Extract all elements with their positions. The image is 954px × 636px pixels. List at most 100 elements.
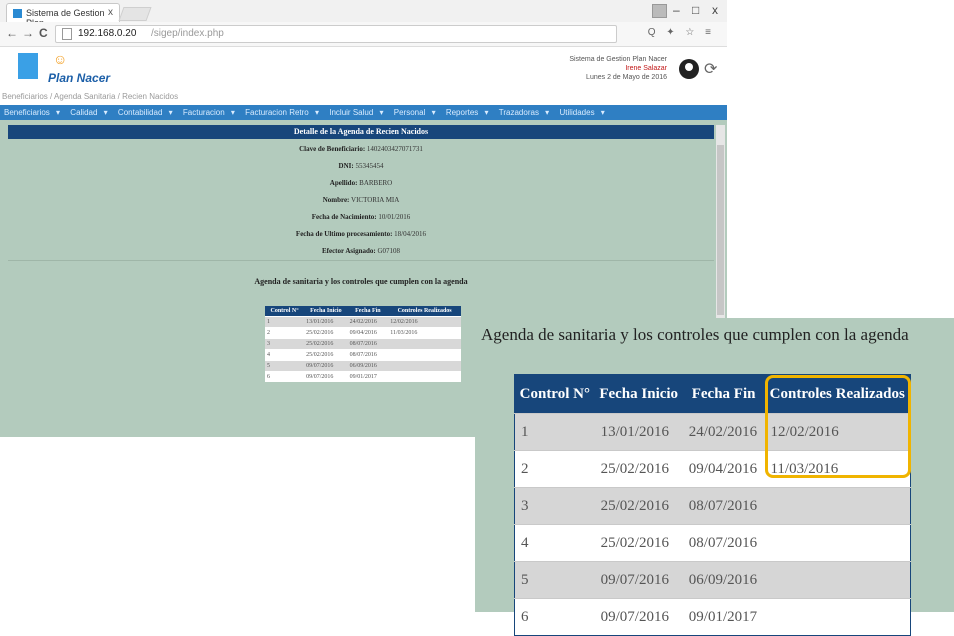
table-cell: 6 (514, 598, 595, 636)
menu-item-incluir-salud[interactable]: Incluir Salud ▾ (327, 108, 383, 117)
table-cell: 6 (265, 371, 305, 382)
controles-realizados-highlight (765, 375, 911, 478)
menu-item-calidad[interactable]: Calidad ▾ (68, 108, 107, 117)
url-input[interactable]: 192.168.0.20 /sigep/index.php (55, 25, 617, 43)
table-cell (764, 524, 911, 562)
table-cell: 2 (514, 450, 595, 488)
table-cell: 11/03/2016 (388, 327, 461, 339)
table-cell: 09/07/2016 (594, 598, 683, 636)
table-cell: 25/02/2016 (594, 524, 683, 562)
table-cell: 09/01/2017 (347, 371, 389, 382)
table-cell: 3 (514, 487, 595, 525)
child-logo-icon: ☺ (53, 51, 68, 67)
table-cell: 08/07/2016 (682, 524, 765, 562)
forward-button[interactable]: → (22, 26, 34, 40)
menu-item-beneficiarios[interactable]: Beneficiarios ▾ (2, 108, 60, 117)
detail-title: Detalle de la Agenda de Recien Nacidos (8, 125, 714, 139)
zoom-agenda-title: Agenda de sanitaria y los controles que … (481, 325, 909, 344)
table-cell: 09/04/2016 (347, 327, 389, 339)
table-cell: 09/01/2017 (682, 598, 765, 636)
user-info: Sistema de Gestion Plan Nacer Irene Sala… (569, 55, 667, 82)
table-row: 6 09/07/2016 09/01/2017 (265, 371, 461, 382)
table-row: 3 25/02/2016 08/07/2016 (265, 338, 461, 350)
column-header: Control N° (514, 374, 595, 414)
menu-item-utilidades[interactable]: Utilidades ▾ (557, 108, 604, 117)
table-cell: 25/02/2016 (304, 349, 348, 361)
table-cell: 09/04/2016 (682, 450, 765, 488)
divider (8, 260, 714, 261)
agenda-title: Agenda de sanitaria y los controles que … (254, 277, 468, 286)
table-cell: 08/07/2016 (347, 349, 389, 361)
table-cell: 24/02/2016 (682, 413, 765, 451)
table-cell: 08/07/2016 (347, 338, 389, 350)
favicon-icon (13, 9, 22, 18)
field-apellido: Apellido: BARBERO (329, 179, 393, 187)
tab-close-icon[interactable]: x (108, 7, 113, 18)
table-row: 1 13/01/2016 24/02/2016 12/02/2016 (265, 316, 461, 328)
table-cell (764, 561, 911, 599)
column-header: Control N° (265, 306, 305, 317)
table-cell: 09/07/2016 (304, 360, 348, 372)
table-row: 3 25/02/2016 08/07/2016 (514, 487, 911, 525)
minimize-button[interactable]: – (673, 3, 680, 17)
column-header: Fecha Fin (347, 306, 389, 317)
table-cell: 3 (265, 338, 305, 350)
field-nombre: Nombre: VICTORIA MIA (322, 196, 400, 204)
table-cell: 09/07/2016 (594, 561, 683, 599)
field-dni: DNI: 55345454 (338, 162, 384, 170)
table-cell: 25/02/2016 (594, 487, 683, 525)
table-cell (388, 360, 461, 372)
menu-item-contabilidad[interactable]: Contabilidad ▾ (116, 108, 173, 117)
site-header: ☺ Plan Nacer Sistema de Gestion Plan Nac… (0, 47, 727, 92)
url-path: /sigep/index.php (151, 28, 224, 39)
table-cell: 1 (514, 413, 595, 451)
menu-item-facturacion[interactable]: Facturacion ▾ (181, 108, 235, 117)
address-bar-icons[interactable]: Q ✦ ☆ ≡ (648, 27, 715, 38)
profile-icon[interactable] (652, 4, 667, 18)
page-icon (62, 28, 72, 40)
field-clave: Clave de Beneficiario: 1402403427071731 (299, 145, 423, 153)
table-row: 5 09/07/2016 06/09/2016 (514, 561, 911, 599)
table-cell (764, 598, 911, 636)
menu-item-personal[interactable]: Personal ▾ (392, 108, 436, 117)
table-cell: 12/02/2016 (388, 316, 461, 328)
table-cell: 25/02/2016 (304, 327, 348, 339)
column-header: Controles Realizados (388, 306, 461, 317)
new-tab-button[interactable] (118, 7, 152, 21)
scrollbar-thumb[interactable] (717, 145, 724, 315)
address-bar-row: ← → C 192.168.0.20 /sigep/index.php Q ✦ … (0, 22, 727, 47)
table-cell (388, 349, 461, 361)
table-cell: 4 (265, 349, 305, 361)
user-icon[interactable] (679, 59, 699, 79)
table-cell: 1 (265, 316, 305, 328)
tab-strip: Sistema de Gestion Plan x – □ x (0, 0, 727, 28)
browser-tab[interactable]: Sistema de Gestion Plan x (6, 3, 120, 28)
menu-item-reportes[interactable]: Reportes ▾ (444, 108, 489, 117)
menu-item-facturacion-retro[interactable]: Facturacion Retro ▾ (243, 108, 319, 117)
agenda-table: Control N° Fecha Inicio Fecha Fin Contro… (265, 306, 461, 382)
table-row: 4 25/02/2016 08/07/2016 (514, 524, 911, 562)
back-button[interactable]: ← (6, 26, 18, 40)
url-host: 192.168.0.20 (78, 28, 137, 39)
field-efector: Efector Asignado: G07108 (321, 247, 401, 255)
table-row: 4 25/02/2016 08/07/2016 (265, 349, 461, 361)
main-menu: Beneficiarios ▾ Calidad ▾ Contabilidad ▾… (0, 105, 727, 120)
current-date: Lunes 2 de Mayo de 2016 (586, 74, 667, 81)
table-cell: 5 (265, 360, 305, 372)
table-cell: 06/09/2016 (682, 561, 765, 599)
table-cell: 25/02/2016 (304, 338, 348, 350)
field-fecha-nacimiento: Fecha de Nacimiento: 10/01/2016 (311, 213, 411, 221)
table-cell: 4 (514, 524, 595, 562)
logout-icon[interactable]: ⟳ (704, 59, 717, 79)
maximize-button[interactable]: □ (692, 3, 699, 17)
reload-button[interactable]: C (39, 26, 48, 40)
table-cell: 13/01/2016 (304, 316, 348, 328)
breadcrumb[interactable]: Beneficiarios / Agenda Sanitaria / Recie… (2, 92, 178, 101)
close-window-button[interactable]: x (712, 3, 718, 17)
field-ultimo-procesamiento: Fecha de Ultimo procesamiento: 18/04/201… (295, 230, 427, 238)
column-header: Fecha Fin (682, 374, 765, 414)
table-cell: 06/09/2016 (347, 360, 389, 372)
menu-item-trazadoras[interactable]: Trazadoras ▾ (497, 108, 549, 117)
system-name: Sistema de Gestion Plan Nacer (569, 56, 667, 63)
table-cell (388, 338, 461, 350)
